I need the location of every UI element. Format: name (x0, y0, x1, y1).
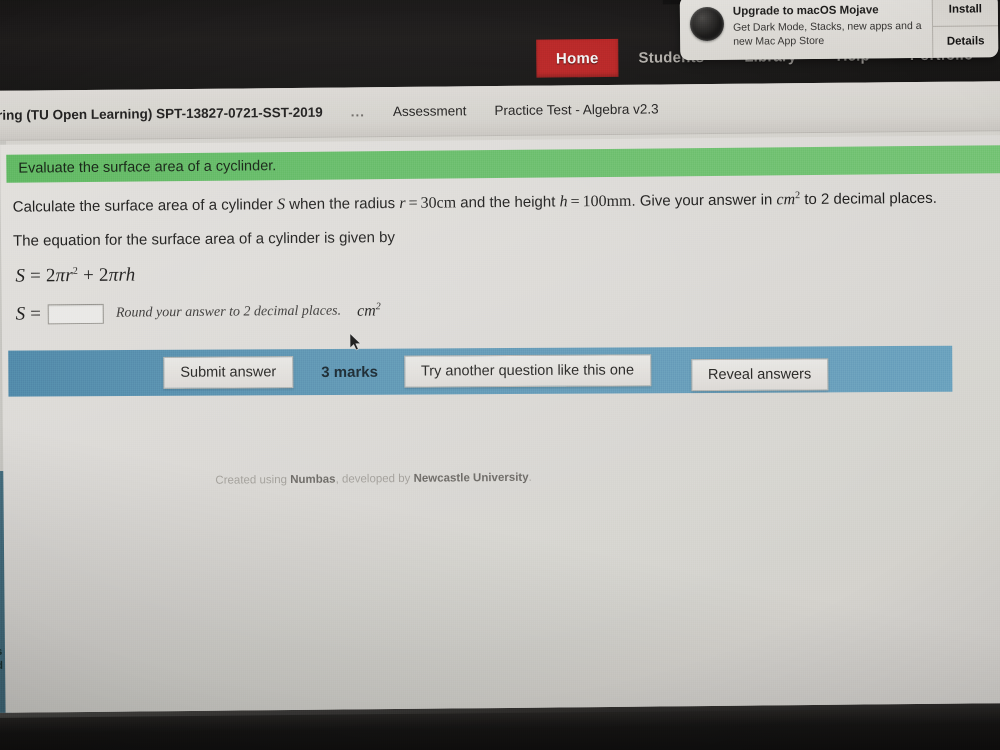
credit-product[interactable]: Numbas (290, 474, 335, 486)
breadcrumb-assessment[interactable]: Assessment (393, 103, 467, 119)
answer-unit-text: cm (357, 302, 376, 321)
mouse-pointer-icon (349, 333, 362, 351)
equation-equals: = (29, 265, 42, 287)
credit-suffix: . (528, 471, 532, 484)
answer-input[interactable] (47, 303, 105, 325)
reveal-answers-button[interactable]: Reveal answers (690, 358, 829, 392)
question-body: Calculate the surface area of a cylinder… (13, 187, 1000, 326)
answer-hint: Round your answer to 2 decimal places. (115, 303, 342, 321)
notification-body: Upgrade to macOS Mojave Get Dark Mode, S… (679, 0, 933, 61)
prompt-equals-1: = (408, 194, 418, 212)
prompt-part-3: and the height (460, 193, 556, 212)
question-action-bar: Submit answer 3 marks Try another questi… (8, 345, 953, 397)
question-prompt: Calculate the surface area of a cylinder… (13, 187, 1000, 219)
breadcrumb: neering (TU Open Learning) SPT-13827-072… (0, 81, 1000, 141)
prompt-part-4: . Give your answer in (631, 191, 773, 210)
breadcrumb-ellipsis[interactable]: ... (351, 104, 365, 119)
credit-org[interactable]: Newcastle University (413, 472, 528, 485)
equation-term2-coef: 2 (98, 264, 109, 286)
notification-text: Upgrade to macOS Mojave Get Dark Mode, S… (733, 2, 924, 49)
equation-term1-coef: 2 (45, 265, 56, 287)
nav-item-home-label: Home (555, 49, 599, 67)
prompt-var-r: r (399, 194, 406, 212)
details-button[interactable]: Details (933, 26, 998, 58)
answer-unit: cm2 (357, 301, 381, 321)
surface-area-equation: S = 2πr2 + 2πrh (15, 256, 1000, 288)
prompt-unit-exponent: 2 (795, 190, 801, 202)
notification-subtitle: Get Dark Mode, Stacks, new apps and a ne… (732, 19, 922, 48)
equation-term1-pi: π (55, 265, 66, 287)
equation-intro: The equation for the surface area of a c… (12, 228, 396, 250)
equation-plus: + (83, 264, 95, 287)
prompt-part-5: to 2 decimal places. (804, 189, 937, 209)
equation-term2-pi: π (108, 264, 119, 286)
notification-title: Upgrade to macOS Mojave (732, 4, 879, 18)
question-title-banner: Evaluate the surface area of a cyclinder… (6, 145, 1000, 183)
screen-surface: Home Students Library Help Portfolio (0, 0, 1000, 750)
equation-term1-var: r (65, 265, 74, 287)
numbas-credit: Created using Numbas, developed by Newca… (215, 472, 532, 487)
prompt-part-2: when the radius (289, 195, 396, 214)
credit-prefix: Created using (215, 474, 288, 487)
question-title: Evaluate the surface area of a cyclinder… (18, 158, 277, 177)
answer-label: S (15, 303, 26, 325)
prompt-part-1: Calculate the surface area of a cylinder (12, 196, 273, 216)
equation-lhs: S (15, 265, 26, 287)
question-content-area: Evaluate the surface area of a cyclinder… (0, 135, 1000, 713)
answer-unit-exponent: 2 (375, 301, 381, 313)
prompt-var-S: S (276, 196, 286, 214)
answer-equals: = (30, 303, 42, 325)
app-store-icon (689, 6, 725, 42)
prompt-equals-2: = (570, 193, 580, 211)
marks-label: 3 marks (321, 363, 378, 381)
notification-actions: Install Details (931, 0, 999, 58)
prompt-radius-value: 30cm (420, 194, 457, 212)
prompt-var-h: h (559, 193, 568, 211)
prompt-height-value: 100mm (582, 192, 632, 211)
photo-of-screen: Home Students Library Help Portfolio (0, 0, 1000, 750)
install-button[interactable]: Install (932, 0, 999, 27)
answer-row: S = Round your answer to 2 decimal place… (16, 294, 1000, 326)
try-another-question-button[interactable]: Try another question like this one (403, 354, 652, 388)
submit-answer-button[interactable]: Submit answer (163, 356, 294, 389)
breadcrumb-course[interactable]: neering (TU Open Learning) SPT-13827-072… (0, 105, 323, 123)
macos-update-notification[interactable]: Upgrade to macOS Mojave Get Dark Mode, S… (679, 0, 999, 61)
equation-term1-exponent: 2 (72, 265, 79, 277)
prompt-unit: cm (776, 191, 796, 209)
credit-middle: , developed by (335, 472, 411, 486)
breadcrumb-practice-test[interactable]: Practice Test - Algebra v2.3 (494, 101, 658, 118)
equation-term2-vars: rh (118, 264, 136, 286)
nav-item-home[interactable]: Home (535, 38, 619, 78)
